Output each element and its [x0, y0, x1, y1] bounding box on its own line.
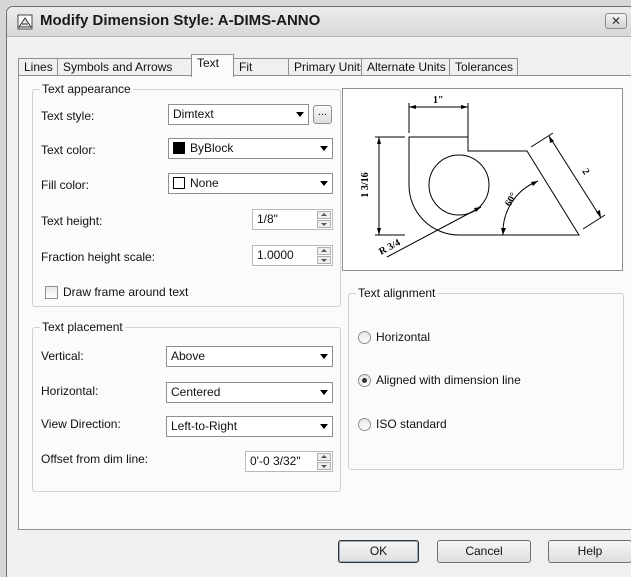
text-alignment-group: Text alignment Horizontal Aligned with d… — [348, 286, 624, 470]
offset-value: 0'-0 3/32" — [250, 454, 301, 468]
tab-text[interactable]: Text — [191, 54, 234, 77]
text-color-value: ByBlock — [190, 141, 234, 155]
dim-left-text: 1 3/16 — [360, 172, 371, 197]
vertical-dropdown[interactable]: Above — [166, 346, 333, 367]
text-appearance-title: Text appearance — [40, 82, 133, 96]
text-style-value: Dimtext — [173, 107, 214, 121]
aligned-radio-label: Aligned with dimension line — [376, 373, 521, 387]
dialog-window: Modify Dimension Style: A-DIMS-ANNO ✕ Li… — [6, 6, 631, 577]
tab-primary-units[interactable]: Primary Units — [288, 58, 366, 76]
text-height-value: 1/8" — [257, 212, 278, 226]
text-style-browse-button[interactable]: ... — [313, 105, 332, 124]
tab-alternate-units[interactable]: Alternate Units — [361, 58, 450, 76]
chevron-down-icon — [320, 424, 328, 429]
dim-top-text: 1" — [433, 95, 444, 106]
fill-color-dropdown[interactable]: None — [168, 173, 333, 194]
text-height-label: Text height: — [41, 214, 103, 228]
spin-up-icon[interactable] — [317, 211, 331, 219]
view-direction-label: View Direction: — [41, 417, 121, 431]
draw-frame-checkbox[interactable] — [45, 286, 58, 299]
horizontal-dropdown[interactable]: Centered — [166, 382, 333, 403]
horizontal-label: Horizontal: — [41, 384, 99, 398]
spin-down-icon[interactable] — [317, 220, 331, 228]
iso-standard-radio-label: ISO standard — [376, 417, 447, 431]
tab-lines[interactable]: Lines — [18, 58, 58, 76]
color-swatch-icon — [173, 177, 185, 189]
spinner-buttons[interactable] — [317, 211, 331, 228]
chevron-down-icon — [296, 112, 304, 117]
close-button[interactable]: ✕ — [605, 13, 627, 29]
horizontal-radio[interactable] — [358, 331, 371, 344]
fraction-height-scale-input[interactable]: 1.0000 — [252, 245, 333, 266]
tab-symbols-and-arrows[interactable]: Symbols and Arrows — [57, 58, 192, 76]
draw-frame-label: Draw frame around text — [63, 285, 189, 299]
text-placement-title: Text placement — [40, 320, 125, 334]
offset-input[interactable]: 0'-0 3/32" — [245, 451, 333, 472]
window-title: Modify Dimension Style: A-DIMS-ANNO — [40, 12, 321, 29]
dimension-preview-drawing: 1" 1 3/16 2 60° R 3/4 — [360, 95, 606, 258]
text-placement-group: Text placement Vertical: Above Horizonta… — [32, 320, 341, 492]
text-height-input[interactable]: 1/8" — [252, 209, 333, 230]
text-appearance-group: Text appearance Text style: Dimtext ... … — [32, 82, 341, 307]
horizontal-value: Centered — [171, 385, 221, 399]
tab-fit[interactable]: Fit — [233, 58, 289, 76]
spin-down-icon[interactable] — [317, 256, 331, 264]
spin-up-icon[interactable] — [317, 247, 331, 255]
fraction-height-scale-label: Fraction height scale: — [41, 250, 156, 264]
fill-color-label: Fill color: — [41, 178, 90, 192]
iso-standard-radio[interactable] — [358, 418, 371, 431]
ok-button[interactable]: OK — [338, 540, 419, 563]
fraction-height-scale-value: 1.0000 — [257, 248, 294, 262]
fill-color-value: None — [190, 176, 219, 190]
title-bar[interactable]: Modify Dimension Style: A-DIMS-ANNO ✕ — [7, 7, 631, 37]
chevron-down-icon — [320, 354, 328, 359]
view-direction-dropdown[interactable]: Left-to-Right — [166, 416, 333, 437]
text-alignment-title: Text alignment — [356, 286, 438, 300]
app-icon — [17, 14, 33, 30]
text-color-dropdown[interactable]: ByBlock — [168, 138, 333, 159]
dim-angle-text: 60° — [503, 191, 520, 209]
vertical-value: Above — [171, 349, 206, 363]
text-style-dropdown[interactable]: Dimtext — [168, 104, 309, 125]
view-direction-value: Left-to-Right — [171, 419, 238, 433]
spinner-buttons[interactable] — [317, 247, 331, 264]
spin-up-icon[interactable] — [317, 453, 331, 461]
chevron-down-icon — [320, 390, 328, 395]
dim-radius-text: R 3/4 — [377, 237, 402, 257]
text-color-label: Text color: — [41, 143, 96, 157]
chevron-down-icon — [320, 146, 328, 151]
preview-pane: 1" 1 3/16 2 60° R 3/4 — [342, 88, 623, 271]
text-tab-panel: Text appearance Text style: Dimtext ... … — [18, 75, 631, 530]
aligned-radio[interactable] — [358, 374, 371, 387]
vertical-label: Vertical: — [41, 349, 84, 363]
cancel-button[interactable]: Cancel — [437, 540, 531, 563]
dim-right-text: 2 — [579, 167, 591, 177]
tab-tolerances[interactable]: Tolerances — [449, 58, 518, 76]
color-swatch-icon — [173, 142, 185, 154]
text-style-label: Text style: — [41, 109, 95, 123]
help-button[interactable]: Help — [548, 540, 631, 563]
horizontal-radio-label: Horizontal — [376, 330, 431, 344]
offset-label: Offset from dim line: — [41, 452, 149, 466]
chevron-down-icon — [320, 181, 328, 186]
spin-down-icon[interactable] — [317, 462, 331, 470]
spinner-buttons[interactable] — [317, 453, 331, 470]
